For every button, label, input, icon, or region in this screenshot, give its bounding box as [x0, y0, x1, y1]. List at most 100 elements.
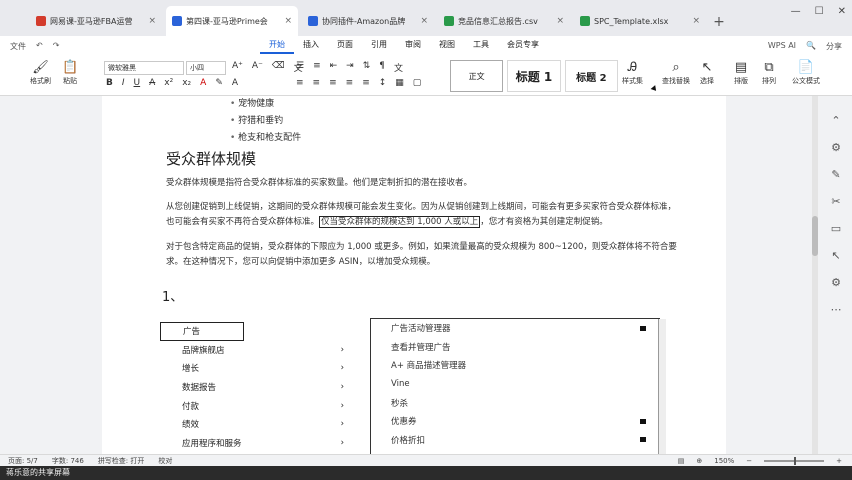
pen-icon[interactable]: ✎: [831, 168, 840, 181]
word-count[interactable]: 字数: 746: [52, 456, 84, 466]
select-button[interactable]: ↖ 选择: [700, 60, 714, 86]
close-icon[interactable]: ×: [556, 16, 564, 26]
chevron-right-icon: ›: [340, 437, 344, 448]
zoom-in-icon[interactable]: +: [836, 457, 842, 465]
official-doc-button[interactable]: 📄 公文模式: [792, 60, 820, 86]
bold-icon[interactable]: B: [106, 78, 113, 88]
share-button[interactable]: 分享: [826, 41, 842, 52]
paste-button[interactable]: 📋 粘贴: [62, 60, 78, 86]
close-icon[interactable]: ×: [420, 16, 428, 26]
tab-3[interactable]: 竞品信息汇总报告.csv ×: [438, 6, 570, 36]
char-shading-icon[interactable]: A: [232, 78, 238, 88]
font-name-select[interactable]: 微软雅黑: [104, 61, 184, 75]
adjust-icon[interactable]: ⚙: [831, 141, 841, 154]
pin-icon: [640, 418, 646, 424]
proofread-button[interactable]: 校对: [158, 456, 172, 466]
scrollbar-thumb[interactable]: [812, 216, 818, 256]
outdent-icon[interactable]: ⇤: [330, 61, 338, 74]
menu-review[interactable]: 审阅: [396, 39, 430, 54]
more-icon[interactable]: ⋯: [831, 303, 842, 316]
menu-page[interactable]: 页面: [328, 39, 362, 54]
style-normal[interactable]: 正文: [450, 60, 504, 92]
minimize-icon[interactable]: —: [791, 6, 801, 17]
line-spacing-icon[interactable]: ↕: [379, 78, 387, 88]
menu-left-label: 增长: [182, 364, 200, 375]
search-icon[interactable]: 🔍: [806, 41, 816, 52]
collapse-icon[interactable]: ⌃: [831, 114, 840, 127]
clear-format-icon[interactable]: ⌫: [272, 61, 285, 74]
border-icon[interactable]: ▢: [413, 78, 422, 88]
vertical-scrollbar[interactable]: [812, 96, 818, 454]
clip-icon[interactable]: ✂: [831, 195, 840, 208]
highlight-icon[interactable]: ✎: [215, 78, 223, 88]
bullet-list-icon[interactable]: ☰: [296, 61, 304, 74]
view-mode-icon[interactable]: ▤: [678, 457, 685, 465]
numbered-list-icon[interactable]: ≡: [313, 61, 321, 74]
style-set-button[interactable]: Ꭿ 样式集: [622, 60, 643, 86]
zoom-out-icon[interactable]: −: [746, 457, 752, 465]
align-center-icon[interactable]: ≡: [313, 78, 321, 88]
chinese-layout-icon[interactable]: 文: [394, 61, 403, 74]
document-icon: [172, 16, 182, 26]
tab-4[interactable]: SPC_Template.xlsx ×: [574, 6, 706, 36]
close-icon[interactable]: ×: [692, 16, 700, 26]
arrange-button[interactable]: ⧉ 排列: [762, 60, 776, 86]
tab-0[interactable]: 网易课-亚马逊FBA运营 ×: [30, 6, 162, 36]
justify-icon[interactable]: ≡: [346, 78, 354, 88]
zoom-slider[interactable]: [764, 456, 825, 465]
maximize-icon[interactable]: ☐: [815, 6, 824, 17]
menu-references[interactable]: 引用: [362, 39, 396, 54]
distributed-icon[interactable]: ≡: [362, 78, 370, 88]
file-menu[interactable]: 文件: [10, 41, 26, 52]
find-replace-button[interactable]: ⌕ 查找替换: [662, 60, 690, 86]
close-icon[interactable]: ×: [284, 16, 292, 26]
format-painter-button[interactable]: 🖌 格式刷: [30, 60, 51, 86]
style-heading-2[interactable]: 标题 2: [564, 60, 618, 92]
menu-home[interactable]: 开始: [260, 39, 294, 54]
wps-ai-button[interactable]: WPS AI: [768, 41, 796, 52]
undo-icon[interactable]: ↶: [36, 41, 43, 52]
redo-icon[interactable]: ↷: [53, 41, 60, 52]
arrange-icon: ⧉: [764, 60, 774, 75]
strikethrough-icon[interactable]: A: [149, 78, 155, 88]
paragraph-controls-bottom: ≡ ≡ ≡ ≡ ≡ ↕ ▦ ▢: [296, 78, 421, 88]
document-page[interactable]: 宠物健康 狩猎和垂钓 枪支和枪支配件 受众群体规模 受众群体规模是指符合受众群体…: [102, 96, 726, 455]
superscript-icon[interactable]: x²: [164, 78, 173, 88]
italic-icon[interactable]: I: [122, 78, 125, 88]
underline-icon[interactable]: U: [134, 78, 141, 88]
close-icon[interactable]: ×: [148, 16, 156, 26]
show-marks-icon[interactable]: ¶: [379, 61, 385, 74]
shrink-font-icon[interactable]: A⁻: [252, 61, 263, 74]
tab-label: 网易课-亚马逊FBA运营: [50, 16, 133, 26]
tab-label: 第四课-亚马逊Prime会: [186, 16, 268, 26]
shading-icon[interactable]: ▦: [395, 78, 404, 88]
spell-check-status[interactable]: 拼写检查: 打开: [98, 456, 145, 466]
tab-2[interactable]: 协同插件-Amazon品牌 ×: [302, 6, 434, 36]
menu-insert[interactable]: 插入: [294, 39, 328, 54]
new-tab-button[interactable]: +: [710, 8, 728, 36]
align-right-icon[interactable]: ≡: [329, 78, 337, 88]
subscript-icon[interactable]: x₂: [182, 78, 191, 88]
pointer-tool-icon[interactable]: ↖: [831, 249, 840, 262]
page-indicator[interactable]: 页面: 5/7: [8, 456, 38, 466]
comment-icon[interactable]: ▭: [831, 222, 841, 235]
grow-font-icon[interactable]: A⁺: [232, 61, 243, 74]
typeset-button[interactable]: ▤ 排版: [734, 60, 748, 86]
close-window-icon[interactable]: ✕: [838, 6, 846, 17]
menu-tools[interactable]: 工具: [464, 39, 498, 54]
menu-right-label: Vine: [391, 379, 410, 390]
tab-1[interactable]: 第四课-亚马逊Prime会 ×: [166, 6, 298, 36]
web-view-icon[interactable]: ⊕: [696, 457, 702, 465]
find-replace-label: 查找替换: [662, 77, 690, 85]
menu-view[interactable]: 视图: [430, 39, 464, 54]
indent-icon[interactable]: ⇥: [346, 61, 354, 74]
menu-left-label: 品牌旗舰店: [182, 345, 225, 356]
style-heading-1[interactable]: 标题 1: [507, 60, 561, 92]
text-direction-icon[interactable]: ⇅: [363, 61, 371, 74]
align-left-icon[interactable]: ≡: [296, 78, 304, 88]
zoom-level[interactable]: 150%: [714, 457, 734, 465]
settings-icon[interactable]: ⚙: [831, 276, 841, 289]
font-size-select[interactable]: 小四: [186, 61, 226, 75]
font-color-icon[interactable]: A: [200, 78, 206, 88]
menu-member[interactable]: 会员专享: [498, 39, 548, 54]
